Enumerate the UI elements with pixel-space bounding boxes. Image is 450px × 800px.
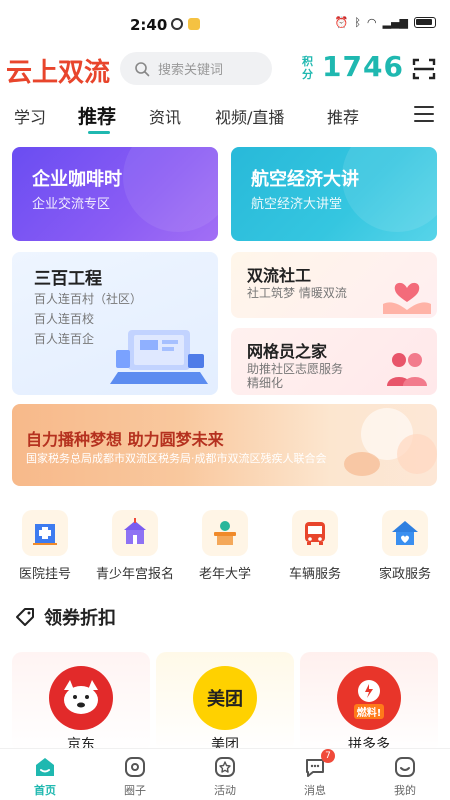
alarm-icon: ⏰ — [334, 16, 349, 29]
flower-decoration — [344, 408, 437, 476]
bottom-navigation: 首页 圈子 活动 7 消息 我的 — [0, 748, 450, 800]
status-icons: ⏰ ᛒ ◠ ▂▄▆ — [335, 16, 436, 29]
card-subtitle-2: 精细化 — [247, 376, 284, 390]
service-label: 老年大学 — [198, 567, 251, 582]
home-icon — [33, 755, 57, 779]
tab-study[interactable]: 学习 — [14, 104, 46, 128]
service-vehicle[interactable]: 车辆服务 — [270, 510, 360, 582]
circle-icon — [123, 755, 147, 779]
app-header: 云上双流 搜索关键词 积分 1746 — [0, 50, 450, 90]
service-housekeeping[interactable]: 家政服务 — [360, 510, 450, 582]
logo-text: 美团 — [207, 689, 243, 710]
tag-icon — [16, 608, 34, 626]
status-time: 2:40 — [130, 16, 168, 34]
nav-activity[interactable]: 活动 — [195, 755, 255, 798]
pinduoduo-logo-icon: 燃料! — [337, 666, 401, 730]
service-grid: 医院挂号 青少年宫报名 老年大学 车辆服务 家政服务 — [0, 510, 450, 590]
menu-icon[interactable] — [414, 106, 434, 124]
card-title: 双流社工 — [247, 266, 312, 285]
elder-university-icon — [202, 510, 248, 556]
active-tab-indicator — [88, 131, 110, 134]
nav-label: 消息 — [304, 784, 326, 797]
card-title: 航空经济大讲 — [251, 169, 359, 190]
app-notification-icon — [188, 18, 200, 30]
service-elder-university[interactable]: 老年大学 — [180, 510, 270, 582]
service-label: 车辆服务 — [288, 567, 341, 582]
tab-video-live[interactable]: 视频/直播 — [215, 104, 284, 128]
signal-icon: ▂▄▆ — [382, 16, 408, 29]
card-three-hundred-project[interactable]: 三百工程 百人连百村（社区） 百人连百校 百人连百企 — [12, 252, 218, 395]
search-input[interactable]: 搜索关键词 — [120, 52, 272, 85]
tab-fade — [384, 100, 404, 130]
battery-icon — [414, 17, 436, 28]
nav-home[interactable]: 首页 — [15, 755, 75, 798]
service-hospital-registration[interactable]: 医院挂号 — [0, 510, 90, 582]
nav-profile[interactable]: 我的 — [375, 755, 435, 798]
coupon-section-title: 领券折扣 — [14, 604, 116, 630]
channel-tabs: 学习 推荐 资讯 视频/直播 推荐 — [0, 100, 450, 134]
bus-icon — [292, 510, 338, 556]
coupon-pinduoduo[interactable]: 燃料! 拼多多 — [300, 652, 438, 753]
people-icon — [387, 353, 427, 386]
card-enterprise-coffee[interactable]: 企业咖啡时 企业交流专区 — [12, 147, 218, 241]
points-value[interactable]: 1746 — [322, 50, 404, 83]
meituan-logo-icon: 美团 — [193, 666, 257, 730]
card-decoration — [342, 147, 437, 232]
youth-palace-icon — [112, 510, 158, 556]
service-label: 青少年宫报名 — [95, 567, 174, 582]
tab-news[interactable]: 资讯 — [149, 104, 181, 128]
card-subtitle: 企业交流专区 — [32, 197, 111, 212]
activity-icon — [213, 755, 237, 779]
notification-icon — [171, 18, 183, 30]
coupon-meituan[interactable]: 美团 美团 — [156, 652, 294, 753]
card-line: 百人连百企 — [34, 332, 95, 346]
card-title: 企业咖啡时 — [32, 169, 122, 190]
housekeeping-icon — [382, 510, 428, 556]
banner-title: 自力播种梦想 助力圆梦未来 — [26, 430, 224, 449]
nav-label: 活动 — [214, 784, 236, 797]
search-icon — [135, 61, 150, 76]
nav-messages[interactable]: 7 消息 — [285, 749, 345, 798]
profile-icon — [393, 755, 417, 779]
nav-label: 我的 — [394, 784, 416, 797]
card-subtitle: 社工筑梦 情暖双流 — [247, 286, 347, 300]
service-youth-palace[interactable]: 青少年宫报名 — [90, 510, 180, 582]
heart-hands-icon — [383, 282, 431, 314]
nav-label: 首页 — [34, 784, 56, 797]
message-icon: 7 — [303, 749, 335, 779]
tab-recommend[interactable]: 推荐 — [78, 102, 116, 129]
message-badge: 7 — [321, 749, 335, 763]
status-bar: 2:40 ⏰ ᛒ ◠ ▂▄▆ — [0, 0, 450, 46]
card-shuangliu-social-work[interactable]: 双流社工 社工筑梦 情暖双流 — [231, 252, 437, 318]
card-decoration — [123, 147, 218, 232]
search-placeholder: 搜索关键词 — [158, 63, 224, 78]
scan-icon[interactable] — [412, 57, 436, 81]
promo-banner[interactable]: 自力播种梦想 助力圆梦未来 国家税务总局成都市双流区税务局·成都市双流区残疾人联… — [12, 404, 437, 486]
card-line: 百人连百校 — [34, 312, 95, 326]
card-title: 网格员之家 — [247, 342, 328, 361]
service-label: 医院挂号 — [18, 567, 71, 582]
section-title-text: 领券折扣 — [44, 608, 116, 629]
nav-circle[interactable]: 圈子 — [105, 755, 165, 798]
card-aviation-economy[interactable]: 航空经济大讲 航空经济大讲堂 — [231, 147, 437, 241]
nav-label: 圈子 — [124, 784, 146, 797]
card-subtitle: 航空经济大讲堂 — [251, 197, 343, 212]
wifi-icon: ◠ — [367, 16, 377, 29]
points-label: 积分 — [302, 55, 313, 81]
coupon-jd[interactable]: 京东 — [12, 652, 150, 753]
card-grid-member-home[interactable]: 网格员之家 助推社区志愿服务 精细化 — [231, 328, 437, 395]
service-label: 家政服务 — [378, 567, 431, 582]
bluetooth-icon: ᛒ — [354, 16, 361, 29]
card-line: 百人连百村（社区） — [34, 292, 143, 306]
tab-recommend-2[interactable]: 推荐 — [327, 104, 359, 128]
hospital-icon — [22, 510, 68, 556]
card-title: 三百工程 — [34, 269, 102, 289]
logo-text: 燃料! — [353, 703, 385, 719]
brand-logo: 云上双流 — [6, 58, 111, 88]
computer-illustration — [110, 330, 208, 384]
banner-subtitle: 国家税务总局成都市双流区税务局·成都市双流区残疾人联合会 — [26, 452, 327, 465]
jd-logo-icon — [49, 666, 113, 730]
